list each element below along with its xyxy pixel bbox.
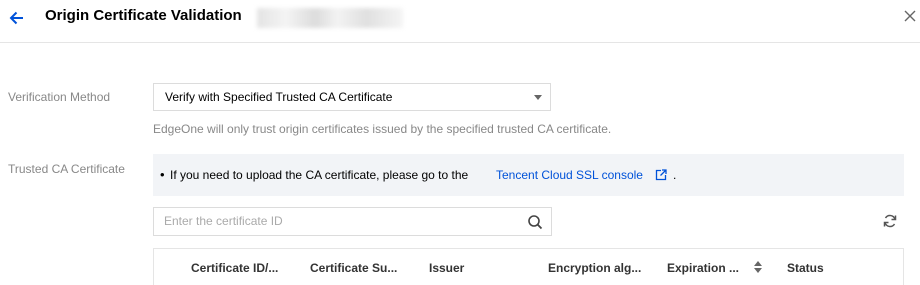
column-status[interactable]: Status (787, 261, 824, 275)
notice-text: If you need to upload the CA certificate… (170, 168, 469, 182)
page-title: Origin Certificate Validation (45, 7, 242, 24)
ssl-console-link[interactable]: Tencent Cloud SSL console (496, 168, 643, 182)
back-arrow-icon[interactable] (7, 8, 27, 28)
blurred-domain-name (257, 8, 403, 28)
close-icon[interactable] (902, 8, 918, 24)
certificate-search-input[interactable] (164, 214, 504, 228)
verification-method-value: Verify with Specified Trusted CA Certifi… (165, 90, 393, 104)
chevron-down-icon (534, 95, 542, 100)
column-issuer[interactable]: Issuer (429, 261, 464, 275)
certificate-search-box (153, 207, 552, 236)
certificate-table-header: Certificate ID/... Certificate Su... Iss… (153, 248, 904, 285)
column-expiration[interactable]: Expiration ... (667, 261, 739, 275)
verification-method-select[interactable]: Verify with Specified Trusted CA Certifi… (153, 83, 551, 111)
column-certificate-id[interactable]: Certificate ID/... (191, 261, 278, 275)
upload-notice: • If you need to upload the CA certifica… (153, 154, 904, 196)
bullet-icon: • (160, 167, 165, 182)
dialog-header: Origin Certificate Validation (0, 0, 920, 43)
trusted-ca-label: Trusted CA Certificate (8, 162, 125, 176)
external-link-icon[interactable] (655, 169, 667, 181)
refresh-icon[interactable] (882, 213, 898, 229)
verification-method-label: Verification Method (8, 90, 111, 104)
search-icon[interactable] (527, 214, 543, 230)
column-certificate-subject[interactable]: Certificate Su... (310, 261, 397, 275)
column-encryption-algorithm[interactable]: Encryption alg... (548, 261, 641, 275)
verification-helper-text: EdgeOne will only trust origin certifica… (153, 122, 612, 136)
notice-period: . (673, 168, 677, 182)
sort-icon[interactable] (754, 261, 762, 273)
